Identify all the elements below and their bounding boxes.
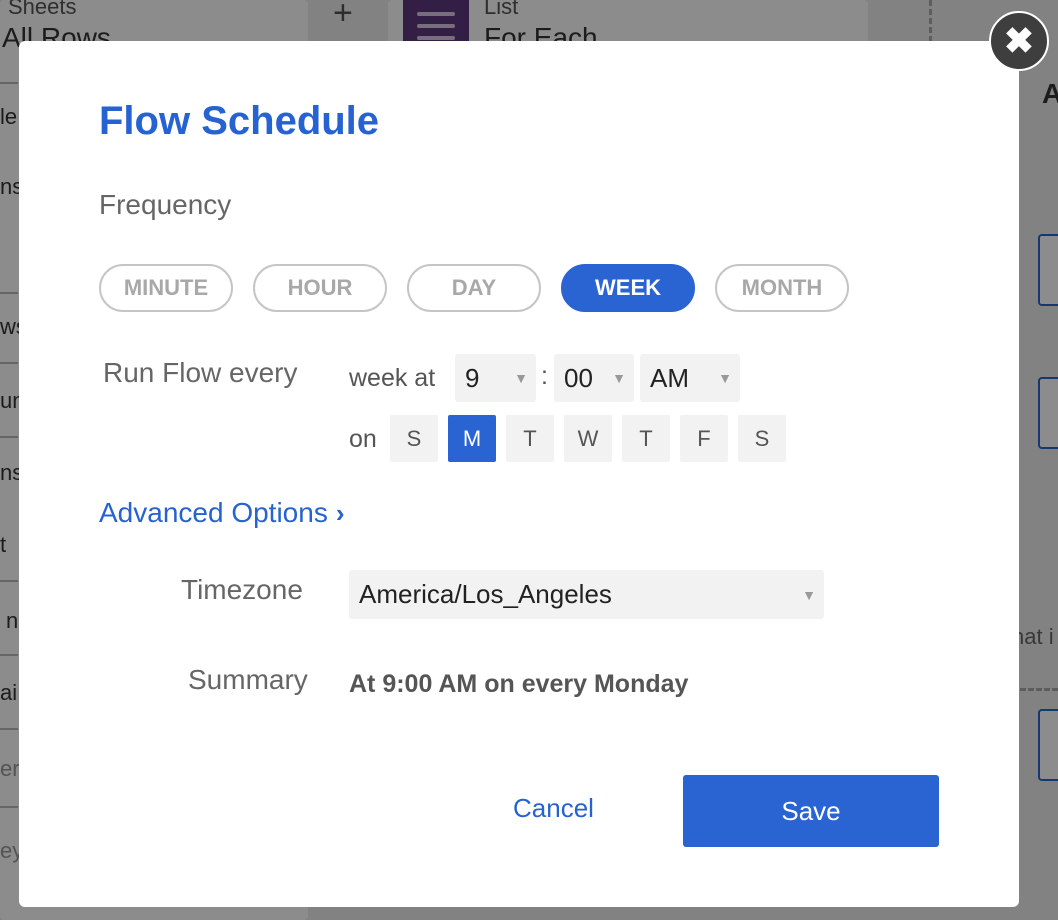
summary-value: At 9:00 AM on every Monday bbox=[349, 670, 689, 698]
frequency-label: Frequency bbox=[99, 189, 232, 220]
frequency-option-week[interactable]: WEEK bbox=[561, 264, 695, 312]
day-thursday[interactable]: T bbox=[622, 415, 670, 462]
save-button[interactable]: Save bbox=[683, 775, 939, 847]
ampm-value: AM bbox=[650, 362, 689, 393]
frequency-option-month[interactable]: MONTH bbox=[715, 264, 849, 312]
frequency-option-minute[interactable]: MINUTE bbox=[99, 264, 233, 312]
minute-value: 00 bbox=[564, 362, 593, 393]
hour-select[interactable]: 9 ▼ bbox=[455, 354, 536, 402]
frequency-option-hour[interactable]: HOUR bbox=[253, 264, 387, 312]
ampm-select[interactable]: AM ▼ bbox=[640, 354, 740, 402]
timezone-value: America/Los_Angeles bbox=[359, 579, 612, 609]
advanced-options-toggle[interactable]: Advanced Options › bbox=[99, 497, 344, 529]
dialog-title: Flow Schedule bbox=[99, 99, 380, 143]
time-separator: : bbox=[541, 362, 548, 390]
caret-down-icon: ▼ bbox=[514, 370, 528, 386]
close-icon[interactable]: ✖ bbox=[989, 11, 1049, 71]
day-saturday[interactable]: S bbox=[738, 415, 786, 462]
caret-down-icon: ▼ bbox=[612, 370, 626, 386]
cancel-button[interactable]: Cancel bbox=[513, 793, 594, 824]
day-friday[interactable]: F bbox=[680, 415, 728, 462]
caret-down-icon: ▼ bbox=[718, 370, 732, 386]
chevron-right-icon: › bbox=[335, 497, 345, 528]
caret-down-icon: ▼ bbox=[802, 587, 816, 603]
run-flow-label: Run Flow every bbox=[103, 357, 298, 388]
day-sunday[interactable]: S bbox=[390, 415, 438, 462]
run-flow-unit-text: week at bbox=[349, 364, 436, 392]
hour-value: 9 bbox=[465, 362, 480, 393]
minute-select[interactable]: 00 ▼ bbox=[554, 354, 634, 402]
advanced-options-label: Advanced Options bbox=[99, 497, 328, 528]
day-tuesday[interactable]: T bbox=[506, 415, 554, 462]
frequency-option-day[interactable]: DAY bbox=[407, 264, 541, 312]
timezone-select[interactable]: America/Los_Angeles ▼ bbox=[349, 570, 824, 619]
summary-label: Summary bbox=[188, 664, 308, 695]
on-label: on bbox=[349, 425, 377, 453]
day-wednesday[interactable]: W bbox=[564, 415, 612, 462]
flow-schedule-dialog: Flow Schedule Frequency MINUTE HOUR DAY … bbox=[19, 41, 1019, 907]
day-monday[interactable]: M bbox=[448, 415, 496, 462]
timezone-label: Timezone bbox=[181, 574, 303, 605]
